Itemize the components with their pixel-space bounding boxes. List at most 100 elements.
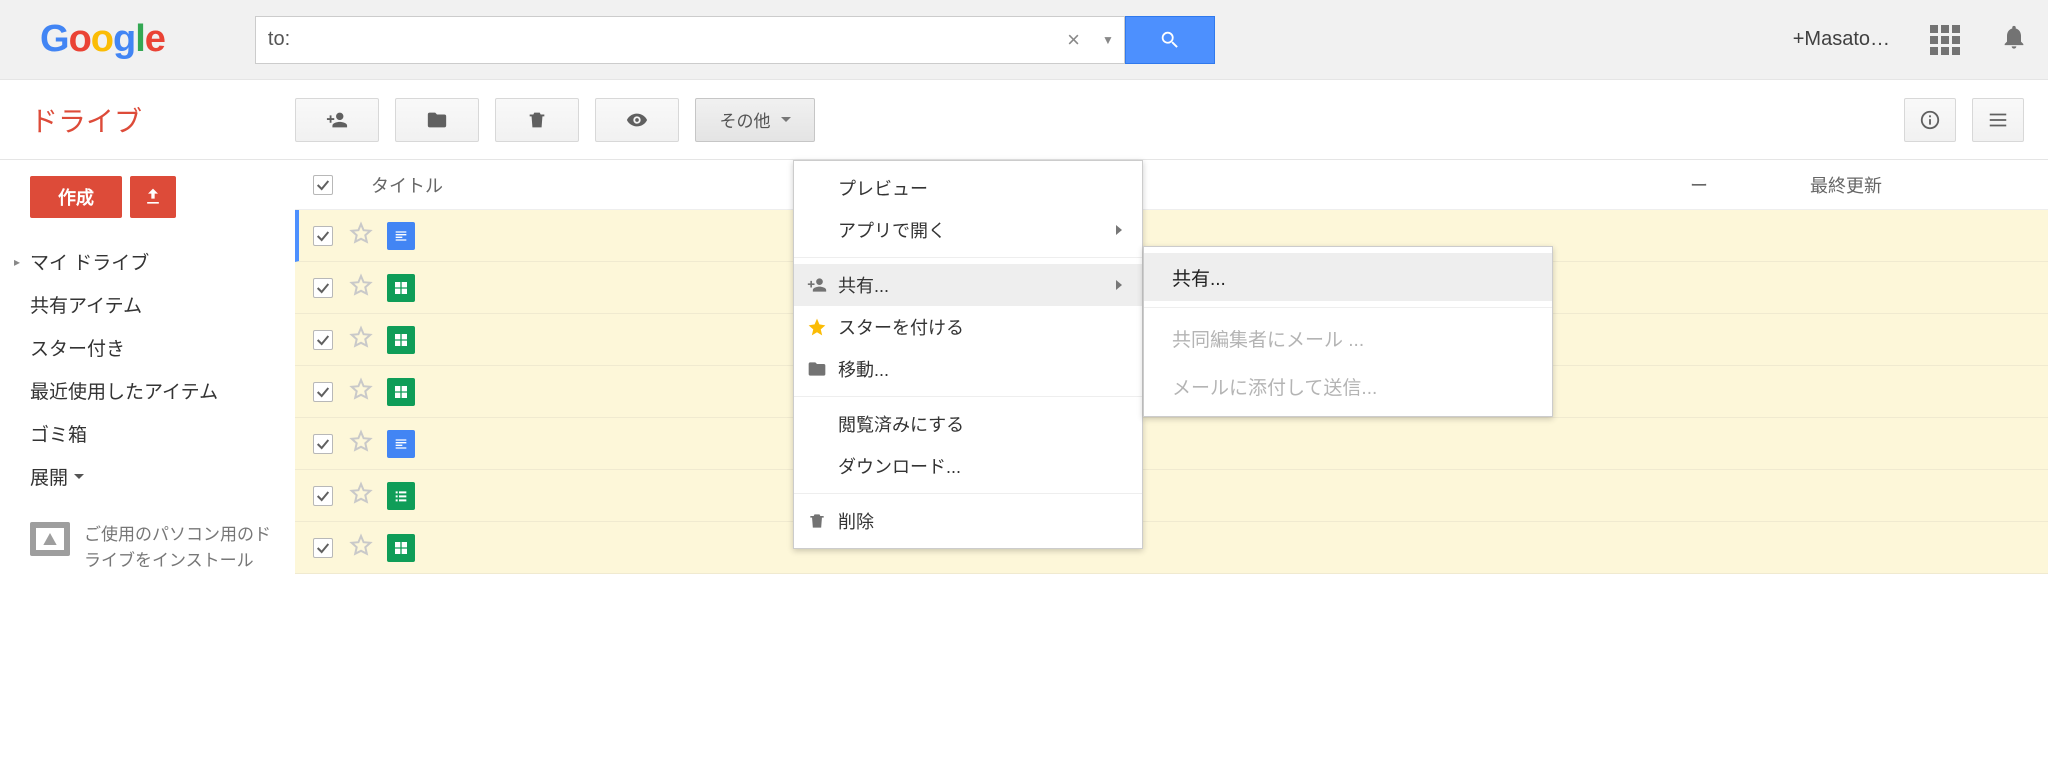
- menu-item-share[interactable]: 共有...: [794, 264, 1142, 306]
- star-icon: [806, 316, 828, 338]
- sub-header: ドライブ その他: [0, 80, 2048, 160]
- menu-item-move[interactable]: 移動...: [794, 348, 1142, 390]
- row-checkbox[interactable]: [313, 226, 333, 246]
- submenu-arrow-icon: [1116, 280, 1122, 290]
- move-to-folder-button[interactable]: [395, 98, 479, 142]
- view-toggle-button[interactable]: [1972, 98, 2024, 142]
- share-button[interactable]: [295, 98, 379, 142]
- menu-item-delete[interactable]: 削除: [794, 500, 1142, 542]
- star-toggle[interactable]: [349, 273, 373, 302]
- menu-item-download[interactable]: ダウンロード...: [794, 445, 1142, 487]
- action-toolbar: その他: [295, 98, 2048, 142]
- product-title[interactable]: ドライブ: [0, 100, 295, 140]
- sidebar-item-label: 展開: [30, 463, 68, 490]
- menu-item-label: ダウンロード...: [838, 453, 961, 479]
- file-row[interactable]: [295, 470, 2048, 522]
- star-toggle[interactable]: [349, 533, 373, 562]
- folder-icon: [806, 358, 828, 380]
- preview-button[interactable]: [595, 98, 679, 142]
- menu-item-open-with[interactable]: アプリで開く: [794, 209, 1142, 251]
- row-checkbox[interactable]: [313, 538, 333, 558]
- delete-button[interactable]: [495, 98, 579, 142]
- search-container: × ▼: [255, 16, 1215, 64]
- sidebar-item-shared[interactable]: 共有アイテム: [30, 283, 295, 326]
- menu-item-label: 共有...: [1172, 264, 1226, 291]
- menu-item-label: 移動...: [838, 356, 889, 382]
- row-checkbox[interactable]: [313, 434, 333, 454]
- search-icon: [1159, 29, 1181, 51]
- clear-search-icon[interactable]: ×: [1055, 27, 1092, 53]
- drive-desktop-icon: [30, 522, 70, 556]
- more-actions-button[interactable]: その他: [695, 98, 815, 142]
- file-row[interactable]: [295, 418, 2048, 470]
- sidebar-item-label: 最近使用したアイテム: [30, 377, 218, 404]
- eye-icon: [626, 109, 648, 131]
- star-toggle[interactable]: [349, 325, 373, 354]
- menu-item-label: 削除: [838, 508, 874, 534]
- list-header: タイトル ー 最終更新: [295, 160, 2048, 210]
- create-button[interactable]: 作成: [30, 176, 122, 218]
- search-input[interactable]: [256, 28, 1055, 51]
- list-view-icon: [1987, 109, 2009, 131]
- menu-item-add-star[interactable]: スターを付ける: [794, 306, 1142, 348]
- more-actions-label: その他: [720, 107, 771, 132]
- file-type-icon: [387, 378, 415, 406]
- column-last-updated[interactable]: 最終更新: [1810, 172, 2030, 198]
- row-checkbox[interactable]: [313, 382, 333, 402]
- star-toggle[interactable]: [349, 221, 373, 250]
- file-type-icon: [387, 326, 415, 354]
- sidebar-item-trash[interactable]: ゴミ箱: [30, 412, 295, 455]
- file-type-icon: [387, 482, 415, 510]
- more-actions-menu: プレビュー アプリで開く 共有... スターを付ける 移動... 閲覧済みにする…: [793, 160, 1143, 549]
- sidebar-item-my-drive[interactable]: ▸マイ ドライブ: [30, 240, 295, 283]
- search-box: × ▼: [255, 16, 1125, 64]
- apps-launcher-icon[interactable]: [1930, 25, 1960, 55]
- column-middle: ー: [1690, 172, 1810, 198]
- google-logo[interactable]: Google: [40, 18, 165, 61]
- menu-item-preview[interactable]: プレビュー: [794, 167, 1142, 209]
- file-type-icon: [387, 534, 415, 562]
- menu-item-label: 共同編集者にメール ...: [1172, 325, 1364, 352]
- menu-item-mark-viewed[interactable]: 閲覧済みにする: [794, 403, 1142, 445]
- sidebar-item-label: 共有アイテム: [30, 291, 142, 318]
- file-row[interactable]: [295, 522, 2048, 574]
- trash-icon: [806, 510, 828, 532]
- sidebar: 作成 ▸マイ ドライブ 共有アイテム スター付き 最近使用したアイテム ゴミ箱 …: [0, 160, 295, 574]
- main-content: 作成 ▸マイ ドライブ 共有アイテム スター付き 最近使用したアイテム ゴミ箱 …: [0, 160, 2048, 574]
- global-header: Google × ▼ +Masato…: [0, 0, 2048, 80]
- row-checkbox[interactable]: [313, 278, 333, 298]
- google-plus-profile-link[interactable]: +Masato…: [1793, 28, 1890, 51]
- menu-item-label: スターを付ける: [838, 314, 964, 340]
- person-add-icon: [326, 109, 348, 131]
- search-button[interactable]: [1125, 16, 1215, 64]
- info-icon: [1919, 109, 1941, 131]
- row-checkbox[interactable]: [313, 486, 333, 506]
- select-all-checkbox[interactable]: [313, 175, 333, 195]
- search-options-caret-icon[interactable]: ▼: [1092, 33, 1124, 47]
- submenu-arrow-icon: [1116, 225, 1122, 235]
- upload-button[interactable]: [130, 176, 176, 218]
- star-toggle[interactable]: [349, 377, 373, 406]
- menu-item-label: アプリで開く: [838, 217, 946, 243]
- trash-icon: [526, 109, 548, 131]
- menu-item-label: 閲覧済みにする: [838, 411, 964, 437]
- menu-item-label: プレビュー: [838, 175, 928, 201]
- sidebar-item-starred[interactable]: スター付き: [30, 326, 295, 369]
- row-checkbox[interactable]: [313, 330, 333, 350]
- notifications-icon[interactable]: [2000, 23, 2028, 56]
- star-toggle[interactable]: [349, 429, 373, 458]
- sidebar-nav: ▸マイ ドライブ 共有アイテム スター付き 最近使用したアイテム ゴミ箱 展開: [30, 240, 295, 498]
- install-drive-promo[interactable]: ご使用のパソコン用のドライブをインストール: [30, 522, 295, 573]
- star-toggle[interactable]: [349, 481, 373, 510]
- file-list: タイトル ー 最終更新 プレビュー アプリで開く 共有... スターを付ける 移…: [295, 160, 2048, 574]
- share-submenu: 共有... 共同編集者にメール ... メールに添付して送信...: [1143, 246, 1553, 417]
- caret-down-icon: [74, 474, 84, 479]
- sidebar-item-label: スター付き: [30, 334, 125, 361]
- submenu-item-share[interactable]: 共有...: [1144, 253, 1552, 301]
- promo-text: ご使用のパソコン用のドライブをインストール: [84, 522, 275, 573]
- caret-down-icon: [781, 117, 791, 122]
- sidebar-item-label: ゴミ箱: [30, 420, 87, 447]
- details-toggle-button[interactable]: [1904, 98, 1956, 142]
- sidebar-item-expand[interactable]: 展開: [30, 455, 295, 498]
- sidebar-item-recent[interactable]: 最近使用したアイテム: [30, 369, 295, 412]
